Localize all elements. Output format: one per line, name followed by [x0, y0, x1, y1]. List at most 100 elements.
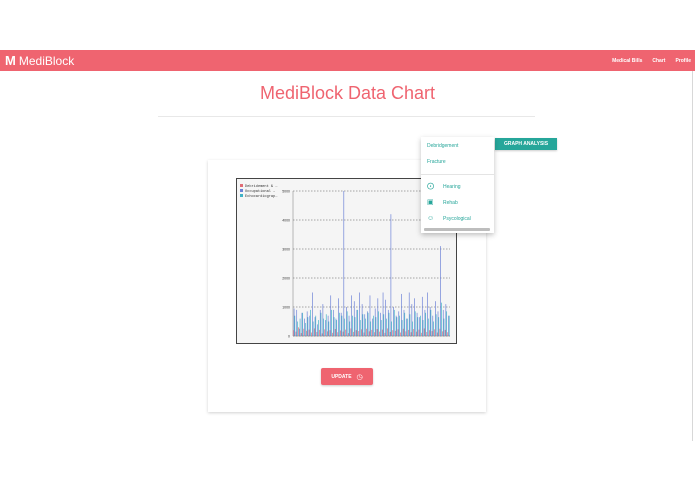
- dropdown-item-rehab[interactable]: ▣ Rehab: [427, 199, 458, 206]
- nav-links: Medical Bills Chart Profile: [602, 50, 691, 71]
- bar-2-16: [332, 309, 334, 336]
- bar-2-21: [346, 307, 347, 336]
- bar-2-32: [374, 308, 376, 336]
- update-button[interactable]: UPDATE ◷: [321, 368, 373, 385]
- bar-3-16: [333, 317, 335, 336]
- analysis-dropdown-menu: Debridgement Fracture ⨀ Hearing ▣ Rehab …: [421, 137, 494, 233]
- bar-3-58: [443, 318, 445, 336]
- legend-swatch: [240, 189, 243, 192]
- bar-3-26: [359, 320, 361, 336]
- bar-2-17: [335, 318, 337, 336]
- bar-1-29: [366, 328, 367, 336]
- bar-3-14: [328, 321, 330, 336]
- bar-3-15: [331, 309, 332, 336]
- dropdown-item-label: Rehab: [443, 199, 458, 206]
- bar-1-15: [329, 330, 331, 336]
- bar-1-47: [413, 329, 415, 336]
- bar-1-40: [395, 330, 396, 336]
- bar-3-45: [409, 314, 411, 336]
- dropdown-item-debridgement[interactable]: Debridgement: [427, 143, 458, 149]
- bar-1-52: [426, 331, 428, 336]
- bar-1-5: [303, 328, 305, 336]
- bar-3-38: [391, 321, 392, 336]
- bar-1-11: [319, 329, 320, 336]
- bar-1-14: [327, 331, 328, 336]
- bar-1-58: [442, 331, 443, 336]
- bar-3-36: [386, 318, 387, 336]
- bar-3-53: [430, 309, 432, 336]
- bar-2-27: [361, 304, 363, 336]
- bar-2-20: [343, 191, 345, 336]
- bar-2-10: [317, 324, 318, 336]
- bar-3-43: [404, 312, 406, 336]
- bar-1-42: [400, 332, 401, 336]
- bar-2-47: [414, 298, 415, 336]
- bar-2-53: [429, 307, 431, 336]
- bar-1-45: [408, 329, 409, 336]
- brand-logo: M: [5, 53, 16, 68]
- graph-analysis-button[interactable]: GRAPH ANALYSIS: [495, 138, 557, 150]
- bar-3-28: [365, 318, 366, 336]
- bar-2-56: [437, 311, 439, 336]
- bar-3-31: [372, 315, 374, 336]
- bar-1-9: [313, 328, 315, 336]
- bar-3-37: [388, 312, 390, 336]
- bar-3-21: [346, 311, 348, 336]
- bar-1-16: [332, 332, 333, 336]
- bar-3-49: [420, 315, 421, 336]
- bar-2-40: [395, 315, 397, 336]
- bar-1-27: [361, 329, 362, 336]
- bar-2-55: [435, 301, 436, 336]
- bar-3-9: [315, 315, 317, 336]
- bar-3-23: [352, 315, 353, 336]
- page-title: MediBlock Data Chart: [259, 83, 436, 103]
- dropdown-scrollbar[interactable]: [424, 228, 490, 231]
- bar-2-18: [338, 298, 339, 336]
- bar-2-11: [319, 309, 321, 336]
- bar-3-4: [302, 312, 304, 336]
- bar-1-3: [298, 327, 299, 336]
- rehab-icon: ▣: [427, 199, 434, 206]
- bar-2-6: [306, 311, 308, 336]
- bar-3-29: [367, 312, 369, 336]
- bar-2-46: [411, 304, 413, 336]
- nav-link-chart[interactable]: Chart: [652, 58, 665, 64]
- dropdown-item-fracture[interactable]: Fracture: [427, 159, 446, 165]
- bar-3-57: [441, 302, 442, 336]
- nav-link-medical-bills[interactable]: Medical Bills: [612, 58, 642, 64]
- bar-3-24: [354, 317, 356, 336]
- nav-link-profile[interactable]: Profile: [675, 58, 691, 64]
- dropdown-item-hearing[interactable]: ⨀ Hearing: [427, 183, 461, 190]
- clock-icon: ◷: [356, 373, 363, 381]
- bar-3-42: [401, 320, 403, 336]
- bar-1-22: [347, 333, 349, 336]
- bar-1-30: [368, 331, 370, 336]
- bar-1-36: [384, 332, 386, 336]
- legend-label: Echocardiograp…: [245, 194, 277, 199]
- bar-3-1: [294, 315, 296, 336]
- bar-1-2: [295, 331, 297, 336]
- bar-2-22: [348, 315, 350, 336]
- ear-icon: ⨀: [427, 183, 434, 190]
- bar-1-46: [410, 332, 412, 336]
- bar-1-25: [355, 330, 357, 336]
- bar-3-13: [325, 314, 327, 336]
- bar-1-53: [429, 330, 430, 336]
- bar-2-39: [393, 307, 394, 336]
- bar-3-33: [378, 311, 379, 336]
- bar-1-56: [436, 332, 438, 336]
- bar-1-60: [447, 332, 449, 336]
- brand[interactable]: M MediBlock: [5, 53, 74, 68]
- bar-3-54: [433, 321, 434, 336]
- bar-1-33: [376, 329, 378, 336]
- bar-3-50: [422, 320, 424, 336]
- bar-3-20: [344, 318, 345, 336]
- dropdown-item-psycological[interactable]: ☺ Psycological: [427, 215, 471, 222]
- bar-2-3: [298, 328, 300, 336]
- bar-3-27: [362, 314, 364, 336]
- y-tick-label: 0: [288, 335, 290, 339]
- bar-2-28: [364, 314, 366, 336]
- bar-1-28: [363, 332, 365, 336]
- bar-2-30: [369, 295, 371, 336]
- bar-2-51: [424, 309, 426, 336]
